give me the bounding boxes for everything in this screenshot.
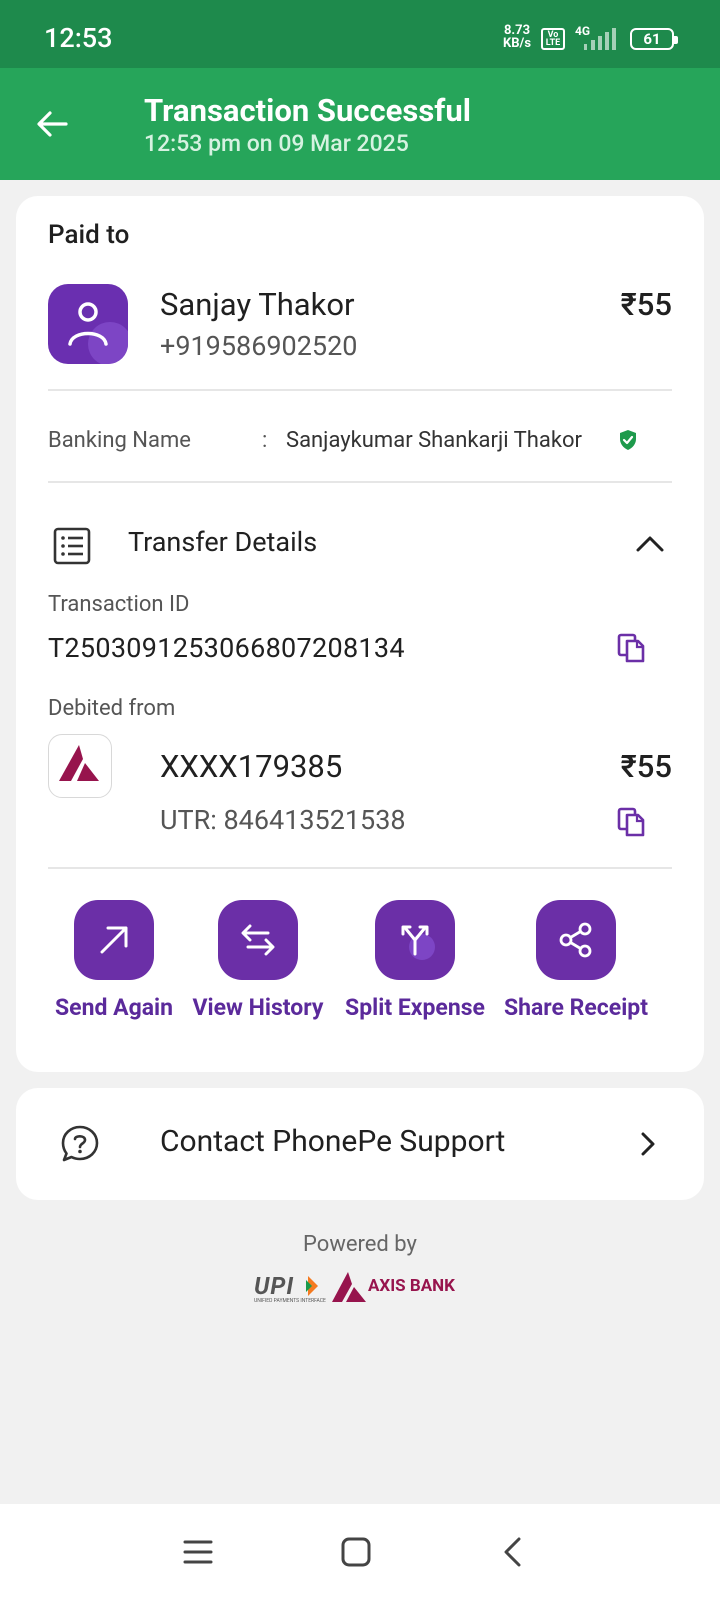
battery-icon: 61: [630, 28, 678, 50]
axis-bank-logo: [48, 734, 112, 798]
signal-icon: [584, 28, 616, 50]
contact-support-row[interactable]: Contact PhonePe Support: [16, 1088, 704, 1200]
menu-icon[interactable]: [180, 1534, 216, 1570]
split-expense-button[interactable]: Split Expense: [342, 900, 488, 1021]
send-again-icon-button[interactable]: [74, 900, 154, 980]
banking-name-value: Sanjaykumar Shankarji Thakor: [286, 428, 582, 453]
receipt-list-icon: [53, 527, 91, 565]
banking-name-label: Banking Name: [48, 428, 191, 453]
paid-amount: ₹55: [620, 286, 672, 323]
page-subtitle: 12:53 pm on 09 Mar 2025: [144, 130, 409, 157]
axis-bank-mark-icon: [332, 1272, 366, 1302]
partner-logos: UPI UNIFIED PAYMENTS INTERFACE AXIS BANK: [250, 1268, 470, 1308]
divider: [48, 389, 672, 391]
avatar: [48, 284, 128, 364]
upi-arrow-icon: [306, 1276, 318, 1296]
debited-from-label: Debited from: [48, 696, 176, 721]
divider: [48, 481, 672, 483]
transfer-details-title[interactable]: Transfer Details: [128, 526, 317, 558]
utr-number: UTR: 846413521538: [160, 804, 406, 836]
chevron-right-icon: [641, 1132, 655, 1156]
net-speed-unit: KB/s: [503, 36, 532, 51]
back-icon[interactable]: [496, 1534, 532, 1570]
header: Transaction Successful 12:53 pm on 09 Ma…: [0, 68, 720, 180]
transaction-id-value: T2503091253066807208134: [48, 632, 405, 664]
split-expense-icon-button[interactable]: [375, 900, 455, 980]
payee-phone: +919586902520: [160, 330, 358, 362]
share-icon: [559, 922, 592, 958]
account-number: XXXX179385: [160, 748, 343, 785]
verified-shield-icon: [620, 430, 636, 450]
payee-name: Sanjay Thakor: [160, 286, 355, 323]
transaction-card: Paid to Sanjay Thakor +919586902520 ₹55 …: [16, 196, 704, 1072]
status-bar: 12:53 8.73 KB/s Vo LTE 4G 61: [0, 0, 720, 68]
send-again-button[interactable]: Send Again: [52, 900, 176, 1021]
system-nav-bar: [0, 1504, 720, 1600]
status-time: 12:53: [44, 22, 113, 54]
split-icon: [401, 925, 429, 956]
banking-name-separator: :: [262, 428, 268, 453]
transaction-id-label: Transaction ID: [48, 592, 190, 617]
view-history-label: View History: [192, 994, 324, 1021]
axis-bank-wordmark: AXIS BANK: [368, 1276, 455, 1296]
divider: [48, 867, 672, 869]
volte-icon: Vo LTE: [541, 28, 565, 50]
copy-icon[interactable]: [616, 632, 646, 664]
help-chat-icon: [61, 1125, 99, 1162]
home-icon[interactable]: [338, 1534, 374, 1570]
net-speed: 8.73 KB/s: [503, 24, 531, 50]
chevron-up-icon[interactable]: [634, 532, 666, 556]
page-title: Transaction Successful: [144, 92, 471, 129]
copy-icon[interactable]: [616, 806, 646, 838]
send-again-label: Send Again: [54, 994, 174, 1021]
paid-to-label: Paid to: [48, 220, 130, 250]
view-history-button[interactable]: View History: [188, 900, 328, 1021]
person-icon: [68, 302, 108, 346]
share-receipt-icon-button[interactable]: [536, 900, 616, 980]
share-receipt-button[interactable]: Share Receipt: [500, 900, 652, 1021]
share-receipt-label: Share Receipt: [503, 994, 649, 1021]
arrow-left-icon[interactable]: [32, 104, 72, 144]
swap-arrows-icon: [241, 924, 275, 956]
arrow-up-right-icon: [100, 926, 128, 954]
upi-logo: UPI: [254, 1272, 295, 1300]
contact-support-label: Contact PhonePe Support: [160, 1124, 506, 1159]
view-history-icon-button[interactable]: [218, 900, 298, 980]
split-expense-label: Split Expense: [345, 994, 485, 1021]
quick-actions: Send Again View History Split Expense Sh…: [16, 900, 704, 1040]
debited-amount: ₹55: [620, 748, 672, 785]
powered-by-label: Powered by: [303, 1232, 417, 1257]
upi-subtext: UNIFIED PAYMENTS INTERFACE: [254, 1298, 326, 1304]
axis-logo-icon: [59, 745, 99, 781]
